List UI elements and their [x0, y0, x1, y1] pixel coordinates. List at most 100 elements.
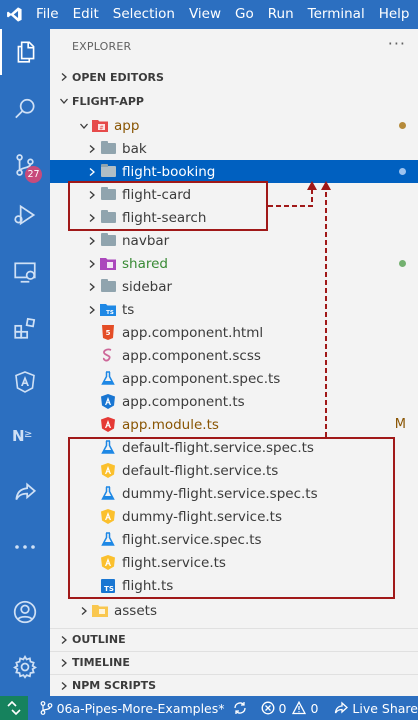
- svg-text:≥: ≥: [24, 429, 32, 440]
- section-flight-app[interactable]: FLIGHT-APP: [50, 90, 418, 112]
- explorer-title: EXPLORER: [72, 40, 132, 53]
- menu-go[interactable]: Go: [228, 0, 261, 29]
- activity-bar: 27 N ≥: [0, 29, 50, 696]
- live-share-status[interactable]: Live Share: [334, 701, 418, 716]
- title-bar: File Edit Selection View Go Run Terminal…: [0, 0, 418, 29]
- html5-icon: 5: [100, 325, 116, 341]
- chevron-right-icon: [84, 279, 100, 295]
- live-share-icon[interactable]: [0, 469, 50, 515]
- source-control-badge: 27: [25, 166, 42, 183]
- tree-item-app-component-ts[interactable]: app.component.ts: [50, 390, 418, 413]
- tree-item-app[interactable]: # app: [50, 114, 418, 137]
- folder-icon: [100, 233, 116, 249]
- branch-status[interactable]: 06a-Pipes-More-Examples*: [40, 701, 225, 716]
- remote-explorer-icon[interactable]: [0, 249, 50, 295]
- tree-item-label: app.component.html: [122, 324, 264, 341]
- svg-text:TS: TS: [106, 310, 114, 316]
- tree-item-label: app.module.ts: [122, 416, 219, 433]
- accounts-icon[interactable]: [0, 589, 50, 635]
- folder-icon: [100, 279, 116, 295]
- tree-item-label: navbar: [122, 232, 170, 249]
- section-open-editors-label: OPEN EDITORS: [72, 70, 164, 84]
- section-timeline-label: TIMELINE: [72, 656, 130, 669]
- chevron-right-icon: [50, 72, 72, 82]
- warning-icon: [292, 701, 307, 715]
- folder-icon: [100, 141, 116, 157]
- menu-terminal[interactable]: Terminal: [301, 0, 372, 29]
- tree-item-shared[interactable]: shared: [50, 252, 418, 275]
- section-outline[interactable]: OUTLINE: [50, 628, 418, 650]
- folder-shared-icon: [100, 256, 116, 272]
- tree-item-bak[interactable]: bak: [50, 137, 418, 160]
- tree-item-flight-booking[interactable]: flight-booking: [50, 160, 418, 183]
- tree-item-sidebar[interactable]: sidebar: [50, 275, 418, 298]
- explorer-icon[interactable]: [0, 29, 50, 75]
- tree-item-label: app.component.spec.ts: [122, 370, 281, 387]
- section-npm-scripts-label: NPM SCRIPTS: [72, 679, 157, 692]
- branch-name: 06a-Pipes-More-Examples*: [56, 700, 225, 716]
- nx-console-icon[interactable]: N ≥: [0, 412, 50, 458]
- chevron-right-icon: [84, 233, 100, 249]
- chevron-right-icon: [84, 141, 100, 157]
- menu-file[interactable]: File: [29, 0, 66, 29]
- menu-view[interactable]: View: [182, 0, 228, 29]
- chevron-right-icon: [84, 302, 100, 318]
- folder-ts-icon: TS: [100, 302, 116, 318]
- chevron-right-icon: [50, 658, 72, 668]
- tree-item-assets[interactable]: assets: [50, 599, 418, 622]
- tree-item-label: flight-booking: [122, 163, 216, 180]
- menu-run[interactable]: Run: [261, 0, 301, 29]
- tree-item-app-component-html[interactable]: 5 app.component.html: [50, 321, 418, 344]
- svg-text:#: #: [99, 125, 103, 131]
- svg-text:N: N: [12, 427, 25, 445]
- more-actions-icon[interactable]: ···: [388, 34, 406, 53]
- tree-item-label: shared: [122, 255, 168, 272]
- menu-selection[interactable]: Selection: [106, 0, 182, 29]
- section-open-editors[interactable]: OPEN EDITORS: [50, 66, 418, 88]
- chevron-down-icon: [76, 118, 92, 134]
- chevron-down-icon: [50, 96, 72, 106]
- angular-icon[interactable]: [0, 359, 50, 405]
- sync-icon: [233, 702, 246, 714]
- section-npm-scripts[interactable]: NPM SCRIPTS: [50, 674, 418, 696]
- problems-status[interactable]: 0 0: [261, 701, 318, 716]
- section-outline-label: OUTLINE: [72, 633, 126, 646]
- sass-icon: [100, 348, 116, 364]
- tree-item-navbar[interactable]: navbar: [50, 229, 418, 252]
- extensions-icon[interactable]: [0, 305, 50, 351]
- annotation-box-service-files: [68, 437, 395, 599]
- folder-app-icon: #: [92, 118, 108, 134]
- tree-item-app-component-spec-ts[interactable]: app.component.spec.ts: [50, 367, 418, 390]
- svg-text:5: 5: [106, 329, 111, 337]
- source-control-icon[interactable]: 27: [0, 142, 50, 188]
- tree-item-ts-folder[interactable]: TS ts: [50, 298, 418, 321]
- chevron-right-icon: [84, 256, 100, 272]
- chevron-right-icon: [50, 635, 72, 645]
- modified-dot-icon: [399, 168, 406, 175]
- folder-assets-icon: [92, 603, 108, 619]
- tree-item-label: ts: [122, 301, 135, 318]
- modified-dot-icon: [399, 122, 406, 129]
- tree-item-label: bak: [122, 140, 147, 157]
- section-timeline[interactable]: TIMELINE: [50, 651, 418, 673]
- run-debug-icon[interactable]: [0, 192, 50, 238]
- sync-status[interactable]: [233, 701, 251, 715]
- tree-item-label: assets: [114, 602, 157, 619]
- menu-bar: File Edit Selection View Go Run Terminal…: [29, 0, 416, 29]
- tree-item-app-component-scss[interactable]: app.component.scss: [50, 344, 418, 367]
- menu-edit[interactable]: Edit: [66, 0, 106, 29]
- modified-decoration: M: [394, 417, 406, 432]
- manage-gear-icon[interactable]: [0, 644, 50, 690]
- chevron-right-icon: [76, 603, 92, 619]
- test-flask-icon: [100, 371, 116, 387]
- search-icon[interactable]: [0, 86, 50, 132]
- remote-indicator-icon[interactable]: [0, 696, 28, 720]
- chevron-right-icon: [84, 164, 100, 180]
- live-share-label: Live Share: [352, 700, 418, 716]
- tree-item-label: app.component.ts: [122, 393, 245, 410]
- menu-help[interactable]: Help: [372, 0, 417, 29]
- untracked-dot-icon: [399, 260, 406, 267]
- tree-item-app-module-ts[interactable]: app.module.ts M: [50, 413, 418, 436]
- error-icon: [261, 701, 274, 715]
- more-icon[interactable]: [0, 524, 50, 570]
